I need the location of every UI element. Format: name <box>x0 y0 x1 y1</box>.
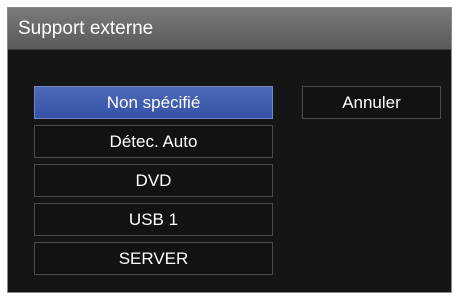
cancel-button[interactable]: Annuler <box>302 86 441 119</box>
external-media-dialog: Support externe Non spécifié Détec. Auto… <box>7 7 452 293</box>
option-dvd-button[interactable]: DVD <box>34 164 273 197</box>
option-detec-auto-button[interactable]: Détec. Auto <box>34 125 273 158</box>
option-non-specifie-button[interactable]: Non spécifié <box>34 86 273 119</box>
option-usb1-button[interactable]: USB 1 <box>34 203 273 236</box>
dialog-body: Non spécifié Détec. Auto DVD USB 1 SERVE… <box>8 50 451 292</box>
dialog-titlebar: Support externe <box>8 8 451 50</box>
option-server-button[interactable]: SERVER <box>34 242 273 275</box>
dialog-title: Support externe <box>18 18 154 39</box>
